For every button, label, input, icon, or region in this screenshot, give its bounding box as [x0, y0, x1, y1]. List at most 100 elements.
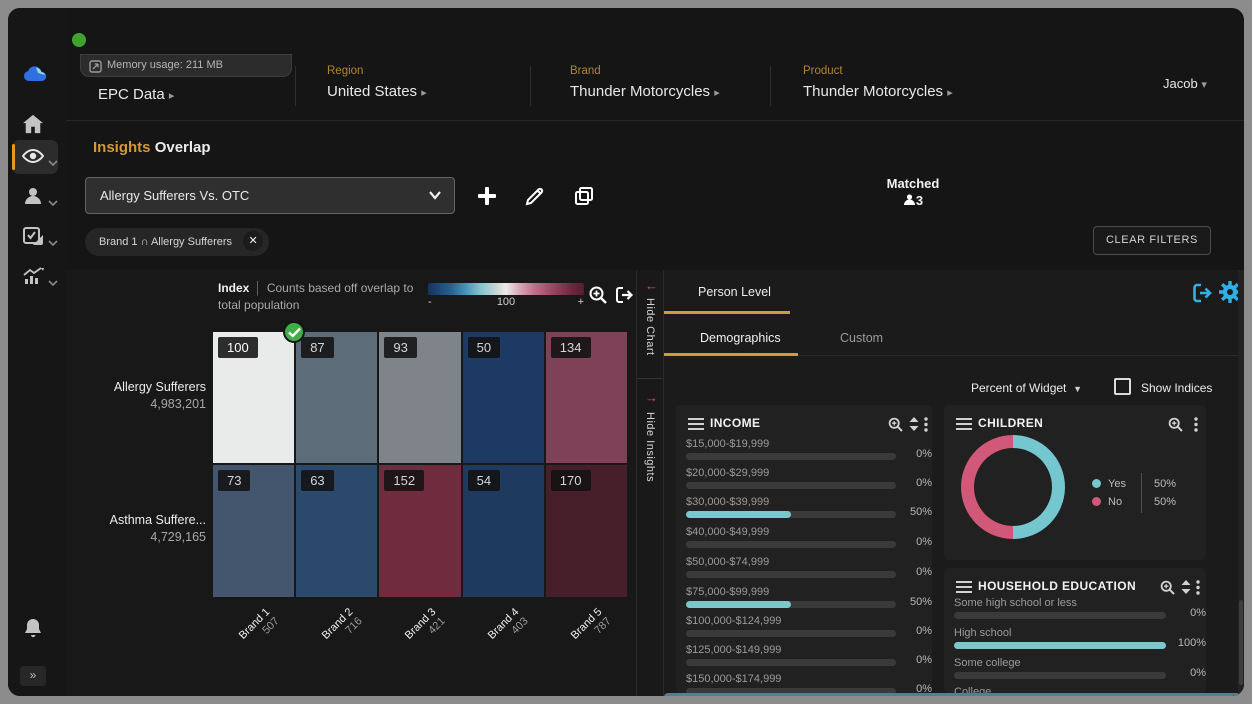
- heatmap-cell-value: 170: [551, 470, 591, 491]
- filter-chip[interactable]: Brand 1 ∩ Allergy Sufferers ✕: [85, 228, 269, 256]
- clear-filters-button[interactable]: CLEAR FILTERS: [1093, 226, 1211, 255]
- heatmap-cell[interactable]: 54: [463, 465, 544, 597]
- filter-chip-label: Brand 1 ∩ Allergy Sufferers: [99, 236, 232, 248]
- brand-select[interactable]: Thunder Motorcycles ▸: [570, 83, 720, 100]
- percent-of-widget-select[interactable]: Percent of Widget ▼: [971, 381, 1082, 395]
- heatmap-cell[interactable]: 73: [213, 465, 294, 597]
- vertical-scrollbar[interactable]: [1238, 270, 1244, 696]
- divider: [770, 66, 771, 106]
- active-subtab-underline: [664, 353, 798, 356]
- caret-right-icon: ▸: [421, 87, 427, 99]
- export-chart-icon[interactable]: [614, 285, 634, 310]
- legend-label-yes: Yes: [1108, 478, 1126, 490]
- remove-filter-icon[interactable]: ✕: [243, 231, 263, 251]
- audience-person-icon[interactable]: [22, 186, 46, 210]
- heatmap-cell-value: 134: [551, 337, 591, 358]
- income-row: $100,000-$124,999 0%: [686, 615, 922, 641]
- heatmap-column-label: Brand 2716: [290, 606, 365, 681]
- heatmap-column-label: Brand 4403: [456, 606, 531, 681]
- kebab-menu-icon[interactable]: [1196, 580, 1200, 600]
- chevron-down-icon: [48, 194, 58, 204]
- hide-insights-button[interactable]: Hide Insights: [644, 412, 656, 482]
- legend-divider: [1141, 473, 1142, 513]
- income-row: $75,000-$99,999 50%: [686, 586, 922, 612]
- notifications-bell-icon[interactable]: [22, 617, 46, 641]
- matched-count: 3: [848, 193, 978, 208]
- heatmap-row-label: Allergy Sufferers 4,983,201: [66, 380, 206, 411]
- household-education-widget: HOUSEHOLD EDUCATION Some high school or …: [944, 568, 1206, 693]
- export-insights-icon[interactable]: [1191, 282, 1213, 309]
- home-icon[interactable]: [22, 114, 46, 138]
- education-row: High school 100%: [954, 627, 1196, 653]
- kebab-menu-icon[interactable]: [1194, 417, 1198, 437]
- income-row: $15,000-$19,999 0%: [686, 438, 922, 464]
- edit-pencil-icon[interactable]: [524, 185, 546, 212]
- children-widget-title: CHILDREN: [978, 416, 1043, 430]
- income-row: $150,000-$174,999 0%: [686, 673, 922, 693]
- overlap-chart-panel: Index│Counts based off overlap to total …: [66, 270, 636, 696]
- search-icon[interactable]: [1168, 417, 1183, 437]
- heatmap-grid: 100 87 93 50 134 73 63 152 54 170: [213, 332, 627, 599]
- hide-chart-button[interactable]: Hide Chart: [644, 298, 656, 356]
- kebab-menu-icon[interactable]: [924, 417, 928, 437]
- product-select[interactable]: Thunder Motorcycles ▸: [803, 83, 953, 100]
- region-select[interactable]: United States ▸: [327, 83, 427, 100]
- sidebar: »: [8, 8, 66, 696]
- arrow-right-icon: →: [645, 390, 658, 405]
- caret-right-icon: ▸: [714, 87, 720, 99]
- zoom-button[interactable]: [72, 33, 86, 47]
- drag-handle-icon[interactable]: [956, 417, 972, 435]
- heatmap-cell-value: 100: [218, 337, 258, 358]
- user-menu[interactable]: Jacob ▾: [1163, 76, 1207, 91]
- caret-right-icon: ▸: [947, 87, 953, 99]
- tab-person-level[interactable]: Person Level: [698, 285, 771, 299]
- survey-clipboard-icon[interactable]: [22, 226, 46, 250]
- copy-icon[interactable]: [573, 185, 595, 212]
- show-indices-checkbox[interactable]: [1114, 378, 1131, 395]
- heatmap-cell[interactable]: 63: [296, 465, 377, 597]
- search-icon[interactable]: [888, 417, 903, 437]
- chevron-down-icon: [48, 274, 58, 284]
- divider: [295, 66, 296, 106]
- tab-demographics[interactable]: Demographics: [700, 331, 781, 345]
- heatmap-cell-value: 54: [468, 470, 500, 491]
- panel-splitter: ← Hide Chart → Hide Insights: [636, 270, 664, 696]
- overlap-select[interactable]: Allergy Sufferers Vs. OTC: [85, 177, 455, 214]
- heatmap-cell[interactable]: 152: [379, 465, 460, 597]
- matched-summary: Matched 3: [848, 176, 978, 208]
- heatmap-cell[interactable]: 50: [463, 332, 544, 463]
- heatmap-cell[interactable]: 100: [213, 332, 294, 463]
- heatmap-cell-value: 152: [384, 470, 424, 491]
- caret-down-icon: ▼: [1073, 384, 1082, 394]
- legend-label-no: No: [1108, 496, 1122, 508]
- brand-label: Brand: [570, 65, 601, 77]
- heatmap-cell[interactable]: 87: [296, 332, 377, 463]
- heatmap-color-scale: [428, 283, 584, 295]
- income-row: $40,000-$49,999 0%: [686, 526, 922, 552]
- income-widget-title: INCOME: [710, 416, 760, 430]
- legend-pct-yes: 50%: [1154, 478, 1176, 490]
- heatmap-cell[interactable]: 170: [546, 465, 627, 597]
- dataset-select[interactable]: EPC Data ▸: [98, 86, 174, 103]
- legend-dot-yes: [1092, 479, 1101, 488]
- drag-handle-icon[interactable]: [688, 417, 704, 435]
- insights-eye-icon[interactable]: [21, 146, 45, 170]
- income-row: $125,000-$149,999 0%: [686, 644, 922, 670]
- heatmap-cell[interactable]: 134: [546, 332, 627, 463]
- education-widget-title: HOUSEHOLD EDUCATION: [978, 579, 1136, 593]
- zoom-chart-icon[interactable]: [588, 285, 608, 310]
- drag-handle-icon[interactable]: [956, 580, 972, 598]
- product-label: Product: [803, 65, 843, 77]
- education-row: College 0%: [954, 686, 1196, 693]
- tab-custom[interactable]: Custom: [840, 331, 883, 345]
- heatmap-legend-title: Index│Counts based off overlap to total …: [218, 280, 436, 314]
- expand-sidebar-button[interactable]: »: [20, 666, 46, 686]
- heatmap-column-label: Brand 3421: [373, 606, 448, 681]
- analytics-trend-icon[interactable]: [22, 266, 46, 290]
- caret-down-icon: ▾: [1201, 79, 1207, 91]
- add-overlap-button[interactable]: [475, 184, 499, 213]
- heatmap-cell[interactable]: 93: [379, 332, 460, 463]
- sort-icon[interactable]: [909, 417, 919, 436]
- horizontal-scrollbar[interactable]: [664, 693, 1244, 696]
- region-label: Region: [327, 65, 363, 77]
